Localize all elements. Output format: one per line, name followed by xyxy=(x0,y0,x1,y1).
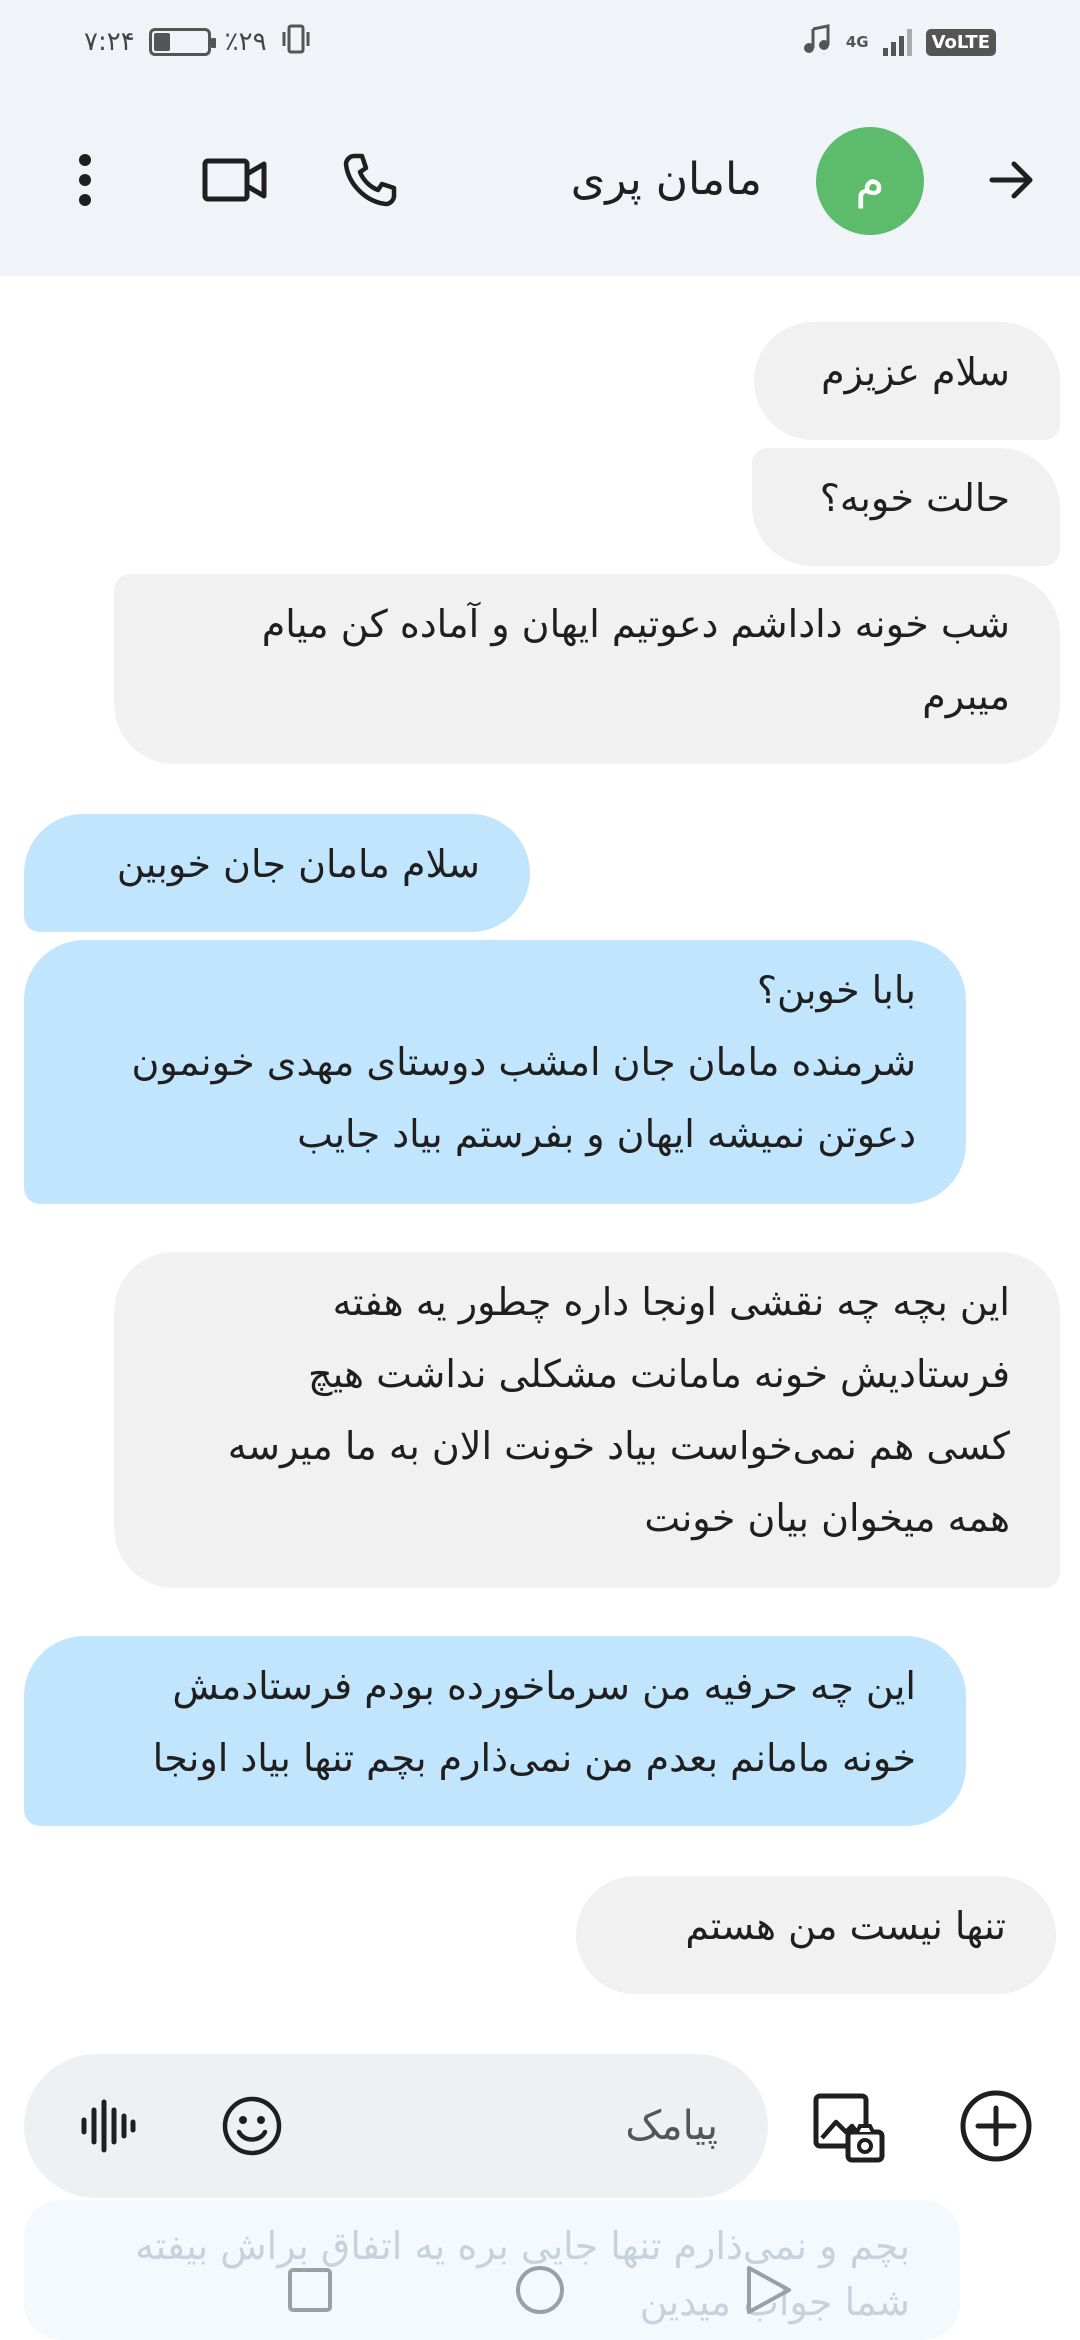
battery-percent: ٪۲۹ xyxy=(224,27,267,57)
back-button[interactable] xyxy=(964,132,1060,228)
incoming-message[interactable]: این بچه چه نقشی اونجا داره چطور یه هفته … xyxy=(114,1252,1060,1588)
square-icon xyxy=(288,2268,332,2312)
incoming-message[interactable]: تنها نیست من هستم xyxy=(576,1876,1056,1994)
message-text: حالت خوبه؟ xyxy=(819,476,1010,520)
triangle-back-icon xyxy=(747,2266,791,2314)
message-text: فرستادیش خونه مامانت مشکلی نداشت هیچ xyxy=(308,1352,1010,1396)
circle-icon xyxy=(516,2266,564,2314)
add-attachment-button[interactable] xyxy=(948,2078,1044,2174)
incoming-message[interactable]: حالت خوبه؟ xyxy=(752,448,1060,566)
message-text: همه میخوان بیان خونت xyxy=(644,1496,1010,1540)
message-text: این بچه چه نقشی اونجا داره چطور یه هفته xyxy=(332,1280,1010,1324)
system-navigation-bar xyxy=(0,2240,1080,2340)
message-text: شرمنده مامان جان امشب دوستای مهدی خونمون xyxy=(131,1040,917,1084)
home-button[interactable] xyxy=(504,2254,576,2326)
status-time: ۷:۲۴ xyxy=(84,27,135,57)
message-input[interactable] xyxy=(358,2054,718,2198)
gallery-add-icon xyxy=(813,2093,885,2163)
attach-media-button[interactable] xyxy=(800,2080,896,2176)
incoming-message[interactable]: سلام عزیزم xyxy=(754,322,1060,440)
voice-message-button[interactable] xyxy=(60,2078,156,2174)
more-vert-icon xyxy=(79,154,91,206)
volte-badge: VoLTE xyxy=(925,28,996,56)
more-options-button[interactable] xyxy=(40,132,130,228)
outgoing-message[interactable]: سلام مامان جان خوبین xyxy=(24,814,530,932)
call-button[interactable] xyxy=(322,132,418,228)
outgoing-message[interactable]: بابا خوبن؟ شرمنده مامان جان امشب دوستای … xyxy=(24,940,966,1204)
message-list[interactable]: سلام عزیزم حالت خوبه؟ شب خونه داداشم دعو… xyxy=(0,276,1080,2016)
message-composer xyxy=(24,2054,768,2198)
contact-avatar[interactable]: م xyxy=(816,127,924,235)
voice-wave-icon xyxy=(81,2099,136,2153)
message-text: میبرم xyxy=(922,674,1010,718)
message-text: خونه مامانم بعدم من نمی‌ذارم بچم تنها بی… xyxy=(152,1736,916,1780)
status-bar: ۷:۲۴ ٪۲۹ 4G VoLTE xyxy=(0,0,1080,84)
message-text: تنها نیست من هستم xyxy=(685,1904,1006,1948)
status-left: ۷:۲۴ ٪۲۹ xyxy=(84,23,311,62)
music-icon xyxy=(802,23,832,62)
message-text: دعوتن نمیشه ایهان و بفرستم بیاد جایب xyxy=(297,1112,916,1156)
conversation-header: م مامان پری xyxy=(0,84,1080,276)
emoji-button[interactable] xyxy=(204,2078,300,2174)
recents-button[interactable] xyxy=(274,2254,346,2326)
network-type: 4G xyxy=(845,33,869,51)
signal-icon xyxy=(882,28,912,56)
message-text: سلام مامان جان خوبین xyxy=(116,842,480,886)
video-call-button[interactable] xyxy=(180,132,290,228)
outgoing-message[interactable]: این چه حرفیه من سرماخورده بودم فرستادمش … xyxy=(24,1636,966,1826)
message-text: این چه حرفیه من سرماخورده بودم فرستادمش xyxy=(172,1664,916,1708)
incoming-message[interactable]: شب خونه داداشم دعوتیم ایهان و آماده کن م… xyxy=(114,574,1060,764)
message-text: سلام عزیزم xyxy=(821,350,1010,394)
message-text: شب خونه داداشم دعوتیم ایهان و آماده کن م… xyxy=(261,602,1010,646)
arrow-right-icon xyxy=(989,161,1033,199)
contact-name[interactable]: مامان پری xyxy=(571,144,762,216)
status-right: 4G VoLTE xyxy=(802,23,996,62)
message-text: کسی هم نمی‌خواست بیاد خونت الان به ما می… xyxy=(227,1424,1010,1468)
battery-icon xyxy=(148,28,216,56)
phone-icon xyxy=(343,153,397,207)
emoji-icon xyxy=(222,2096,282,2156)
plus-circle-icon xyxy=(960,2090,1032,2162)
video-camera-icon xyxy=(202,158,267,202)
vibrate-icon xyxy=(281,23,311,62)
message-text: بابا خوبن؟ xyxy=(756,968,916,1012)
back-nav-button[interactable] xyxy=(732,2254,804,2326)
